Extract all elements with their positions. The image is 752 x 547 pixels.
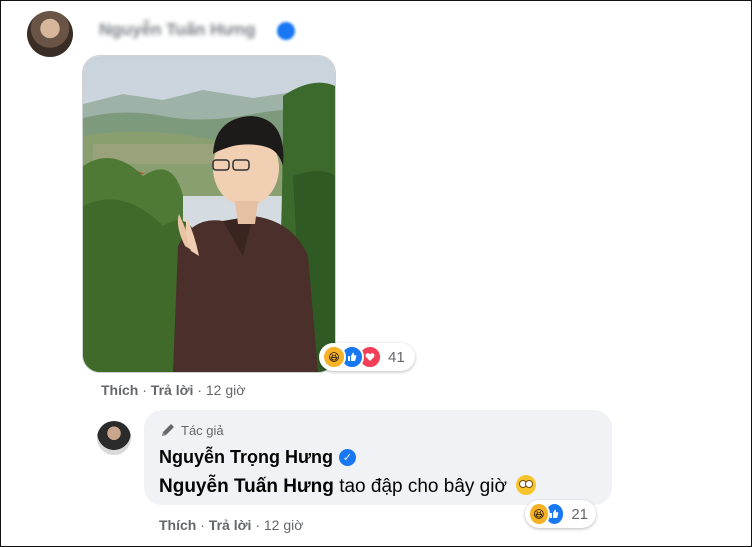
- like-button[interactable]: Thích: [159, 517, 196, 533]
- like-button[interactable]: Thích: [101, 382, 138, 398]
- reply-button[interactable]: Trả lời: [209, 517, 252, 533]
- reply-author-label[interactable]: Nguyễn Trọng Hưng: [159, 447, 333, 468]
- verified-badge-icon: [277, 22, 295, 40]
- reaction-count: 21: [571, 505, 588, 523]
- reply-avatar[interactable]: [97, 421, 131, 455]
- reply-text: Nguyễn Tuấn Hưng tao đập cho bây giờ: [159, 475, 537, 498]
- eye-roll-emoji-icon: [516, 475, 537, 495]
- reply-author-name[interactable]: Nguyễn Trọng Hưng ✓: [159, 447, 357, 468]
- comment-photo[interactable]: [82, 55, 336, 373]
- comment-actions: Thích · Trả lời · 12 giờ: [101, 382, 245, 398]
- haha-icon: 😆: [322, 345, 346, 369]
- reaction-count: 41: [388, 348, 405, 366]
- reply-actions: Thích · Trả lời · 12 giờ: [159, 517, 303, 533]
- author-badge: Tác giả: [160, 422, 224, 438]
- haha-icon: 😆: [528, 502, 550, 526]
- comment-thread: Nguyễn Tuấn Hưng 😆 41 Thích · Trả lời · …: [0, 0, 752, 547]
- pen-icon: [162, 424, 174, 436]
- verified-badge-icon: ✓: [339, 449, 357, 466]
- photo-image: [83, 56, 335, 372]
- author-badge-label: Tác giả: [181, 422, 224, 438]
- separator: ·: [142, 382, 147, 398]
- avatar[interactable]: [27, 11, 73, 57]
- reply-button[interactable]: Trả lời: [151, 382, 194, 398]
- separator: ·: [200, 517, 205, 533]
- mention-link[interactable]: Nguyễn Tuấn Hưng: [159, 476, 334, 497]
- separator: ·: [197, 382, 202, 398]
- separator: ·: [255, 517, 260, 533]
- comment-reactions[interactable]: 😆 41: [319, 343, 415, 371]
- timestamp[interactable]: 12 giờ: [264, 517, 304, 533]
- reply-reactions[interactable]: 😆 21: [525, 500, 596, 528]
- reply-message: tao đập cho bây giờ: [339, 476, 507, 497]
- timestamp[interactable]: 12 giờ: [206, 382, 246, 398]
- comment-author-name[interactable]: Nguyễn Tuấn Hưng: [99, 20, 256, 40]
